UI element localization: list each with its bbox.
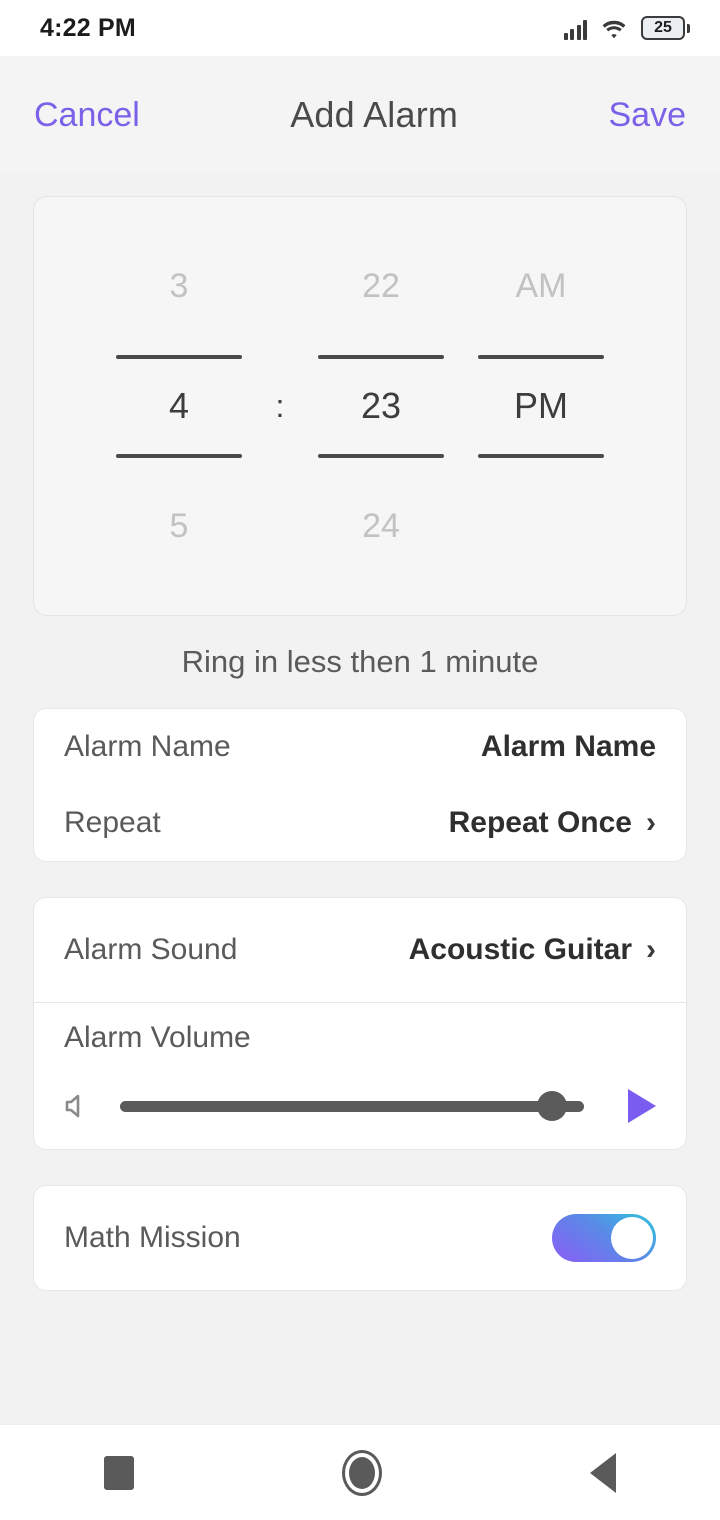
period-selection-line-top — [478, 355, 604, 359]
alarm-sound-text: Acoustic Guitar — [408, 933, 632, 966]
hour-selection-line-bottom — [116, 454, 242, 458]
sound-card: Alarm Sound Acoustic Guitar › Alarm Volu… — [33, 897, 687, 1150]
chevron-right-icon: › — [646, 806, 656, 839]
minute-selection-line-bottom — [318, 454, 444, 458]
alarm-sound-label: Alarm Sound — [64, 933, 238, 966]
time-picker[interactable]: 3 4 5 : 22 23 24 AM PM — [33, 196, 687, 616]
android-nav-bar — [0, 1424, 720, 1520]
speaker-icon[interactable] — [64, 1091, 98, 1121]
save-button[interactable]: Save — [606, 92, 688, 139]
hour-next[interactable]: 5 — [99, 466, 259, 586]
minute-next[interactable]: 24 — [301, 466, 461, 586]
alarm-name-row[interactable]: Alarm Name Alarm Name — [34, 709, 686, 785]
alarm-name-text: Alarm Name — [480, 730, 656, 763]
period-picker-column[interactable]: AM PM — [461, 197, 621, 615]
repeat-value[interactable]: Repeat Once › — [449, 806, 656, 840]
back-triangle-icon[interactable] — [590, 1452, 616, 1493]
play-icon[interactable] — [628, 1089, 656, 1123]
alarm-volume-label: Alarm Volume — [64, 1021, 251, 1054]
status-bar: 4:22 PM 25 — [0, 0, 720, 56]
minute-selection-line-top — [318, 355, 444, 359]
recents-square-icon[interactable] — [104, 1455, 134, 1490]
hour-previous[interactable]: 3 — [99, 226, 259, 346]
slider-track — [120, 1100, 584, 1112]
home-circle-icon[interactable] — [342, 1449, 382, 1496]
settings-card: Alarm Name Alarm Name Repeat Repeat Once… — [33, 708, 687, 862]
math-mission-row[interactable]: Math Mission — [34, 1186, 686, 1290]
alarm-volume-slider[interactable] — [120, 1091, 584, 1121]
slider-thumb[interactable] — [536, 1091, 567, 1121]
period-selection-line-bottom — [478, 454, 604, 458]
repeat-text: Repeat Once — [448, 806, 632, 839]
math-mission-card: Math Mission — [33, 1185, 687, 1291]
alarm-volume-block: Alarm Volume — [34, 1003, 686, 1149]
repeat-row[interactable]: Repeat Repeat Once › — [34, 785, 686, 861]
period-selected[interactable]: PM — [461, 346, 621, 466]
hour-selected[interactable]: 4 — [99, 346, 259, 466]
signal-icon — [563, 18, 587, 40]
cancel-button[interactable]: Cancel — [32, 92, 142, 139]
math-mission-label: Math Mission — [64, 1221, 241, 1254]
page-title: Add Alarm — [290, 94, 459, 135]
hour-selection-line-top — [116, 355, 242, 359]
hour-picker-column[interactable]: 3 4 5 — [99, 197, 259, 615]
period-previous[interactable]: AM — [461, 226, 621, 346]
status-bar-icons: 25 — [563, 16, 690, 40]
app-bar: Cancel Add Alarm Save — [0, 56, 720, 174]
alarm-sound-row[interactable]: Alarm Sound Acoustic Guitar › — [34, 898, 686, 1002]
minute-picker-column[interactable]: 22 23 24 — [301, 197, 461, 615]
alarm-sound-value[interactable]: Acoustic Guitar › — [409, 933, 656, 967]
chevron-right-icon: › — [646, 933, 656, 966]
period-next[interactable] — [461, 466, 621, 586]
math-mission-toggle[interactable] — [552, 1214, 656, 1262]
repeat-label: Repeat — [64, 806, 161, 839]
time-separator: : — [275, 387, 285, 424]
battery-icon: 25 — [641, 16, 690, 40]
alarm-name-value[interactable]: Alarm Name — [481, 730, 656, 764]
battery-level: 25 — [654, 19, 672, 36]
wifi-icon — [601, 18, 627, 40]
minute-previous[interactable]: 22 — [301, 226, 461, 346]
alarm-name-label: Alarm Name — [64, 730, 231, 763]
minute-selected[interactable]: 23 — [301, 346, 461, 466]
toggle-knob — [611, 1217, 653, 1259]
status-bar-time: 4:22 PM — [40, 13, 136, 42]
add-alarm-screen: 4:22 PM 25 Cancel Add Alarm Save 3 4 5:… — [0, 0, 720, 1520]
ring-note: Ring in less then 1 minute — [181, 644, 539, 679]
